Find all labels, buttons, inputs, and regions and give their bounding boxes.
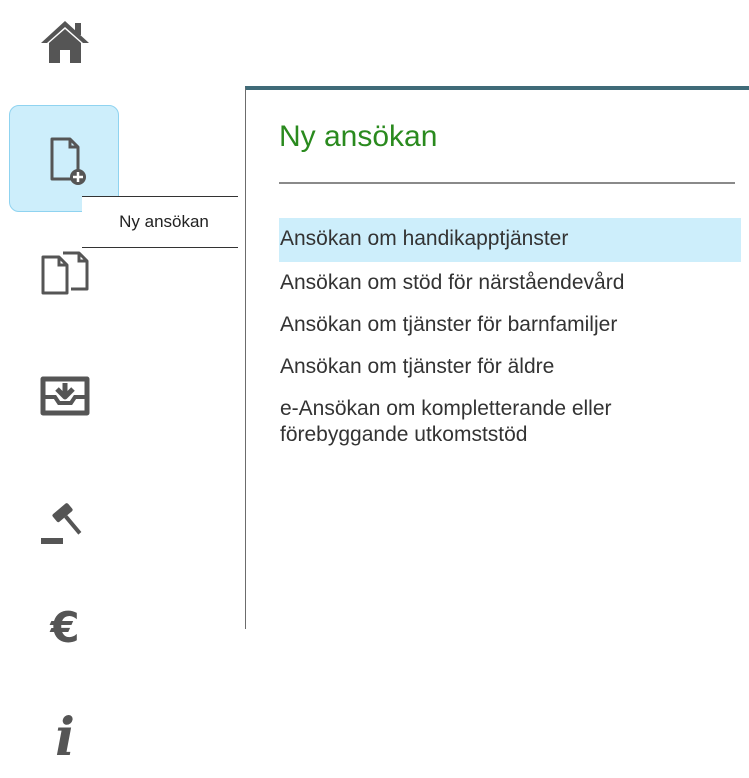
home-icon[interactable] (35, 12, 95, 72)
panel-title: Ny ansökan (279, 120, 438, 153)
menu-item-aldre[interactable]: Ansökan om tjänster för äldre (279, 346, 741, 388)
svg-text:€: € (49, 603, 79, 650)
tooltip-text: Ny ansökan (119, 212, 209, 231)
svg-text:i: i (55, 707, 75, 763)
menu-item-barnfamiljer[interactable]: Ansökan om tjänster för barnfamiljer (279, 304, 741, 346)
application-menu: Ansökan om handikapptjänster Ansökan om … (279, 218, 741, 456)
tooltip: Ny ansökan (82, 196, 238, 248)
panel-divider (279, 182, 735, 184)
app-page: € i Ny ansökan Ny ansökan Ansökan om han… (0, 0, 749, 778)
inbox-icon[interactable] (30, 360, 100, 430)
new-application-panel: Ny ansökan Ansökan om handikapptjänster … (245, 86, 749, 629)
menu-item-utkomststod[interactable]: e-Ansökan om kompletterande eller föreby… (279, 388, 741, 456)
menu-item-handikapptjanster[interactable]: Ansökan om handikapptjänster (279, 218, 741, 262)
decision-gavel-icon[interactable] (30, 487, 100, 557)
documents-icon[interactable] (30, 238, 100, 308)
menu-item-narstaendevard[interactable]: Ansökan om stöd för närståendevård (279, 262, 741, 304)
info-icon[interactable]: i (30, 700, 100, 770)
euro-icon[interactable]: € (30, 596, 100, 656)
